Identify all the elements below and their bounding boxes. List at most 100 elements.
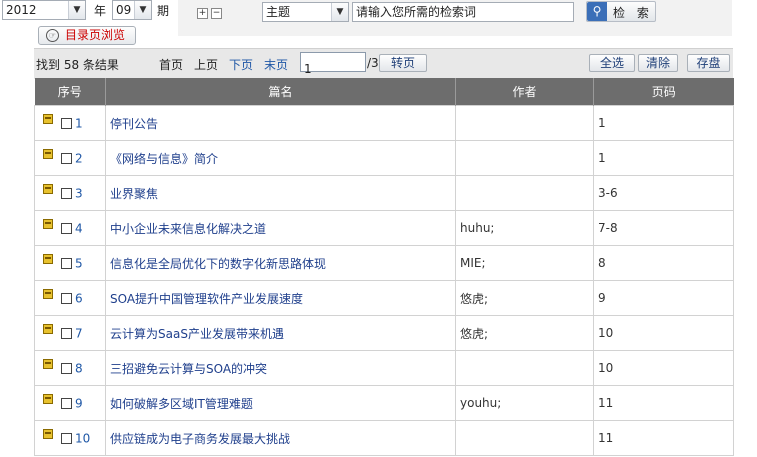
- book-icon[interactable]: [43, 324, 53, 335]
- header-author: 作者: [455, 78, 594, 106]
- save-button[interactable]: 存盘: [687, 54, 730, 72]
- header-title: 篇名: [105, 78, 456, 106]
- table-row: 2 《网络与信息》简介 1: [34, 140, 734, 176]
- next-page-link[interactable]: 下页: [229, 56, 253, 73]
- issue-select[interactable]: 09 ▼: [112, 0, 152, 20]
- pages-cell: 10: [593, 350, 734, 386]
- row-checkbox[interactable]: [61, 362, 72, 374]
- pages-cell: 10: [593, 315, 734, 351]
- author-cell: [455, 105, 594, 141]
- author-cell: [455, 140, 594, 176]
- row-checkbox[interactable]: [61, 152, 72, 164]
- table-row: 9 如何破解多区域IT管理难题 youhu; 11: [34, 385, 734, 421]
- row-number: 10: [75, 431, 91, 446]
- field-select[interactable]: 主题 ▼: [262, 2, 349, 22]
- pages-cell: 9: [593, 280, 734, 316]
- article-title-link[interactable]: 《网络与信息》简介: [105, 140, 456, 176]
- table-row: 7 云计算为SaaS产业发展带来机遇 悠虎; 10: [34, 315, 734, 351]
- last-page-link[interactable]: 末页: [264, 56, 288, 73]
- results-table: 序号 篇名 作者 页码 1 停刊公告 1 2 《网络与信息》简介 1 3 业界聚焦 3-6 4 中小…: [34, 78, 734, 456]
- row-index-cell: 5: [34, 245, 106, 281]
- pages-cell: 7-8: [593, 210, 734, 246]
- article-title-link[interactable]: 三招避免云计算与SOA的冲突: [105, 350, 456, 386]
- issue-label: 期: [157, 4, 170, 18]
- row-index-cell: 4: [34, 210, 106, 246]
- search-button-label: 检 索: [613, 6, 653, 20]
- book-icon[interactable]: [43, 219, 53, 230]
- book-icon[interactable]: [43, 429, 53, 440]
- year-label: 年: [94, 4, 107, 18]
- search-icon: ⚲: [587, 2, 607, 21]
- pages-cell: 8: [593, 245, 734, 281]
- row-checkbox[interactable]: [61, 117, 72, 129]
- row-checkbox[interactable]: [61, 222, 72, 234]
- page-total: /3: [367, 56, 379, 70]
- article-title-link[interactable]: SOA提升中国管理软件产业发展速度: [105, 280, 456, 316]
- book-icon[interactable]: [43, 289, 53, 300]
- first-page-label: 首页: [159, 58, 184, 72]
- article-title-link[interactable]: 云计算为SaaS产业发展带来机遇: [105, 315, 456, 351]
- row-number: 3: [75, 186, 83, 201]
- table-row: 5 信息化是全局优化下的数字化新思路体现 MIE; 8: [34, 245, 734, 281]
- header-pages: 页码: [593, 78, 734, 106]
- article-title-link[interactable]: 停刊公告: [105, 105, 456, 141]
- result-count: 找到 58 条结果: [36, 58, 119, 72]
- page-number-input[interactable]: 1: [300, 52, 366, 76]
- row-index-cell: 9: [34, 385, 106, 421]
- row-checkbox[interactable]: [61, 292, 72, 304]
- row-checkbox[interactable]: [61, 257, 72, 269]
- search-input[interactable]: 请输入您所需的检索词: [352, 2, 574, 22]
- pager-bar: 找到 58 条结果 首页 上页 下页 末页 1 /3 转页 全选 清除 存盘: [34, 48, 733, 79]
- row-checkbox[interactable]: [61, 187, 72, 199]
- pages-cell: 1: [593, 140, 734, 176]
- pages-cell: 3-6: [593, 175, 734, 211]
- article-title-link[interactable]: 如何破解多区域IT管理难题: [105, 385, 456, 421]
- search-button[interactable]: ⚲ 检 索: [586, 1, 656, 22]
- field-value: 主题: [266, 5, 291, 19]
- table-row: 6 SOA提升中国管理软件产业发展速度 悠虎; 9: [34, 280, 734, 316]
- article-title-link[interactable]: 中小企业未来信息化解决之道: [105, 210, 456, 246]
- collapse-icon[interactable]: −: [211, 8, 222, 19]
- article-title-link[interactable]: 供应链成为电子商务发展最大挑战: [105, 420, 456, 456]
- row-index-cell: 8: [34, 350, 106, 386]
- page-number-value: 1: [304, 62, 312, 76]
- table-row: 3 业界聚焦 3-6: [34, 175, 734, 211]
- book-icon[interactable]: [43, 184, 53, 195]
- row-checkbox[interactable]: [61, 327, 72, 339]
- author-cell: 悠虎;: [455, 280, 594, 316]
- book-icon[interactable]: [43, 149, 53, 160]
- book-icon[interactable]: [43, 114, 53, 125]
- row-number: 8: [75, 361, 83, 376]
- header-index: 序号: [34, 78, 106, 106]
- row-checkbox[interactable]: [61, 397, 72, 409]
- catalog-browse-button[interactable]: ☞ 目录页浏览: [38, 26, 136, 45]
- year-value: 2012: [6, 3, 37, 17]
- select-all-button[interactable]: 全选: [589, 54, 635, 72]
- row-number: 7: [75, 326, 83, 341]
- book-icon[interactable]: [43, 394, 53, 405]
- issue-value: 09: [116, 3, 132, 17]
- author-cell: [455, 175, 594, 211]
- chevron-down-icon[interactable]: ▼: [134, 1, 151, 19]
- article-title-link[interactable]: 信息化是全局优化下的数字化新思路体现: [105, 245, 456, 281]
- table-row: 10 供应链成为电子商务发展最大挑战 11: [34, 420, 734, 456]
- expand-icon[interactable]: +: [197, 8, 208, 19]
- chevron-down-icon[interactable]: ▼: [331, 3, 348, 21]
- book-icon[interactable]: [43, 359, 53, 370]
- book-icon[interactable]: [43, 254, 53, 265]
- article-title-link[interactable]: 业界聚焦: [105, 175, 456, 211]
- author-cell: 悠虎;: [455, 315, 594, 351]
- year-select[interactable]: 2012 ▼: [2, 0, 86, 20]
- author-cell: youhu;: [455, 385, 594, 421]
- table-header-row: 序号 篇名 作者 页码: [34, 78, 734, 106]
- go-page-button[interactable]: 转页: [379, 54, 427, 72]
- filter-bar: 2012 ▼ 年 09 ▼ 期 + − 主题 ▼ 请输入您所需的检索词 ⚲ 检 …: [0, 0, 757, 48]
- chevron-down-icon[interactable]: ▼: [68, 1, 85, 19]
- row-number: 1: [75, 116, 83, 131]
- row-number: 6: [75, 291, 83, 306]
- pointer-icon: ☞: [46, 29, 59, 42]
- row-index-cell: 6: [34, 280, 106, 316]
- row-checkbox[interactable]: [61, 432, 72, 444]
- table-row: 1 停刊公告 1: [34, 105, 734, 141]
- clear-button[interactable]: 清除: [638, 54, 678, 72]
